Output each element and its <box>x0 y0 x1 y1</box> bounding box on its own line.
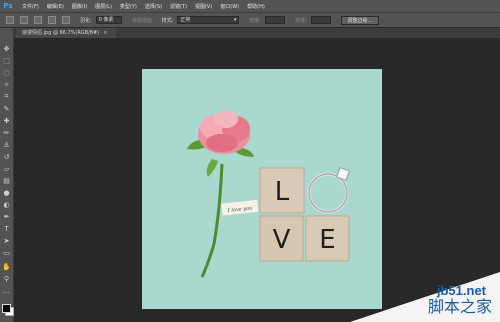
zoom-icon[interactable]: ⚲ <box>2 274 11 283</box>
menu-view[interactable]: 视图(V) <box>195 3 212 10</box>
foreground-color-swatch[interactable] <box>2 304 11 313</box>
menu-help[interactable]: 帮助(H) <box>247 3 265 10</box>
antialias-checkbox[interactable]: 消除锯齿 <box>132 17 152 24</box>
flower-petal <box>214 110 238 128</box>
gradient-icon[interactable]: ▤ <box>2 176 11 185</box>
width-input[interactable] <box>265 16 286 24</box>
type-icon[interactable]: T <box>2 224 11 233</box>
height-label: 高度: <box>295 17 307 24</box>
tools-panel: ✥ ⬚ ◌ ✧ ⌗ ✎ ✚ ✏ ♙ ↺ ▱ ▤ ● ◐ ✒ T ➤ ▭ ✋ ⚲ … <box>0 28 14 322</box>
more-tools-icon[interactable]: … <box>2 286 11 295</box>
menu-layer[interactable]: 图层(L) <box>95 3 112 10</box>
eraser-icon[interactable]: ▱ <box>2 164 11 173</box>
style-select[interactable]: 正常 <box>177 16 240 24</box>
hand-icon[interactable]: ✋ <box>2 262 11 271</box>
lasso-icon[interactable]: ◌ <box>2 68 11 77</box>
close-icon[interactable]: × <box>103 30 107 36</box>
subtract-selection-icon[interactable] <box>48 16 56 24</box>
magic-wand-icon[interactable]: ✧ <box>2 80 11 89</box>
path-selection-icon[interactable]: ➤ <box>2 236 11 245</box>
healing-brush-icon[interactable]: ✚ <box>2 116 11 125</box>
feather-label: 羽化: <box>80 17 92 24</box>
brush-icon[interactable]: ✏ <box>2 128 11 137</box>
watermark-name: 脚本之家 <box>427 297 492 316</box>
menu-filter[interactable]: 滤镜(T) <box>170 3 187 10</box>
options-bar: 羽化: 0 像素 消除锯齿 样式: 正常 宽度: 高度: 调整边缘... <box>0 12 500 28</box>
menu-image[interactable]: 图像(I) <box>72 3 87 10</box>
photoshop-logo: Ps <box>3 2 13 10</box>
style-label: 样式: <box>161 17 174 24</box>
flower-petal <box>206 134 238 152</box>
photo-content: I love you L V E O <box>142 69 382 309</box>
refine-edge-button[interactable]: 调整边缘... <box>340 15 379 25</box>
block-letter-e: E <box>319 225 335 255</box>
menu-window[interactable]: 窗口(W) <box>220 3 239 10</box>
pen-icon[interactable]: ✒ <box>2 212 11 221</box>
marquee-icon[interactable]: ⬚ <box>2 56 11 65</box>
clone-stamp-icon[interactable]: ♙ <box>2 140 11 149</box>
document-tab-title: 浪漫情侣.jpg @ 66.7%(RGB/8#) <box>22 30 100 36</box>
shape-icon[interactable]: ▭ <box>2 248 11 257</box>
add-selection-icon[interactable] <box>34 16 42 24</box>
document-tab-bar: 浪漫情侣.jpg @ 66.7%(RGB/8#) × <box>14 28 500 38</box>
width-label: 宽度: <box>249 17 262 24</box>
intersect-selection-icon[interactable] <box>62 16 70 24</box>
blur-icon[interactable]: ● <box>2 188 11 197</box>
image-canvas[interactable]: I love you L V E O <box>142 69 382 309</box>
menu-edit[interactable]: 编辑(E) <box>47 3 64 10</box>
menu-type[interactable]: 类型(Y) <box>120 3 137 10</box>
rect-marquee-preset-icon[interactable] <box>6 16 14 24</box>
crop-icon[interactable]: ⌗ <box>2 92 11 101</box>
feather-input[interactable]: 0 像素 <box>95 16 122 24</box>
eyedropper-icon[interactable]: ✎ <box>2 104 11 113</box>
menu-file[interactable]: 文件(F) <box>22 3 39 10</box>
history-brush-icon[interactable]: ↺ <box>2 152 11 161</box>
height-input[interactable] <box>310 16 331 24</box>
document-tab[interactable]: 浪漫情侣.jpg @ 66.7%(RGB/8#) × <box>16 28 116 38</box>
block-letter-l: L <box>275 177 290 207</box>
dodge-icon[interactable]: ◐ <box>2 200 11 209</box>
watermark: jb51.net 脚本之家 <box>350 272 500 322</box>
block-letter-v: V <box>273 225 291 255</box>
menu-bar: Ps 文件(F) 编辑(E) 图像(I) 图层(L) 类型(Y) 选择(S) 滤… <box>0 0 500 12</box>
new-selection-icon[interactable] <box>20 16 28 24</box>
menu-select[interactable]: 选择(S) <box>145 3 162 10</box>
move-icon[interactable]: ✥ <box>2 44 11 53</box>
